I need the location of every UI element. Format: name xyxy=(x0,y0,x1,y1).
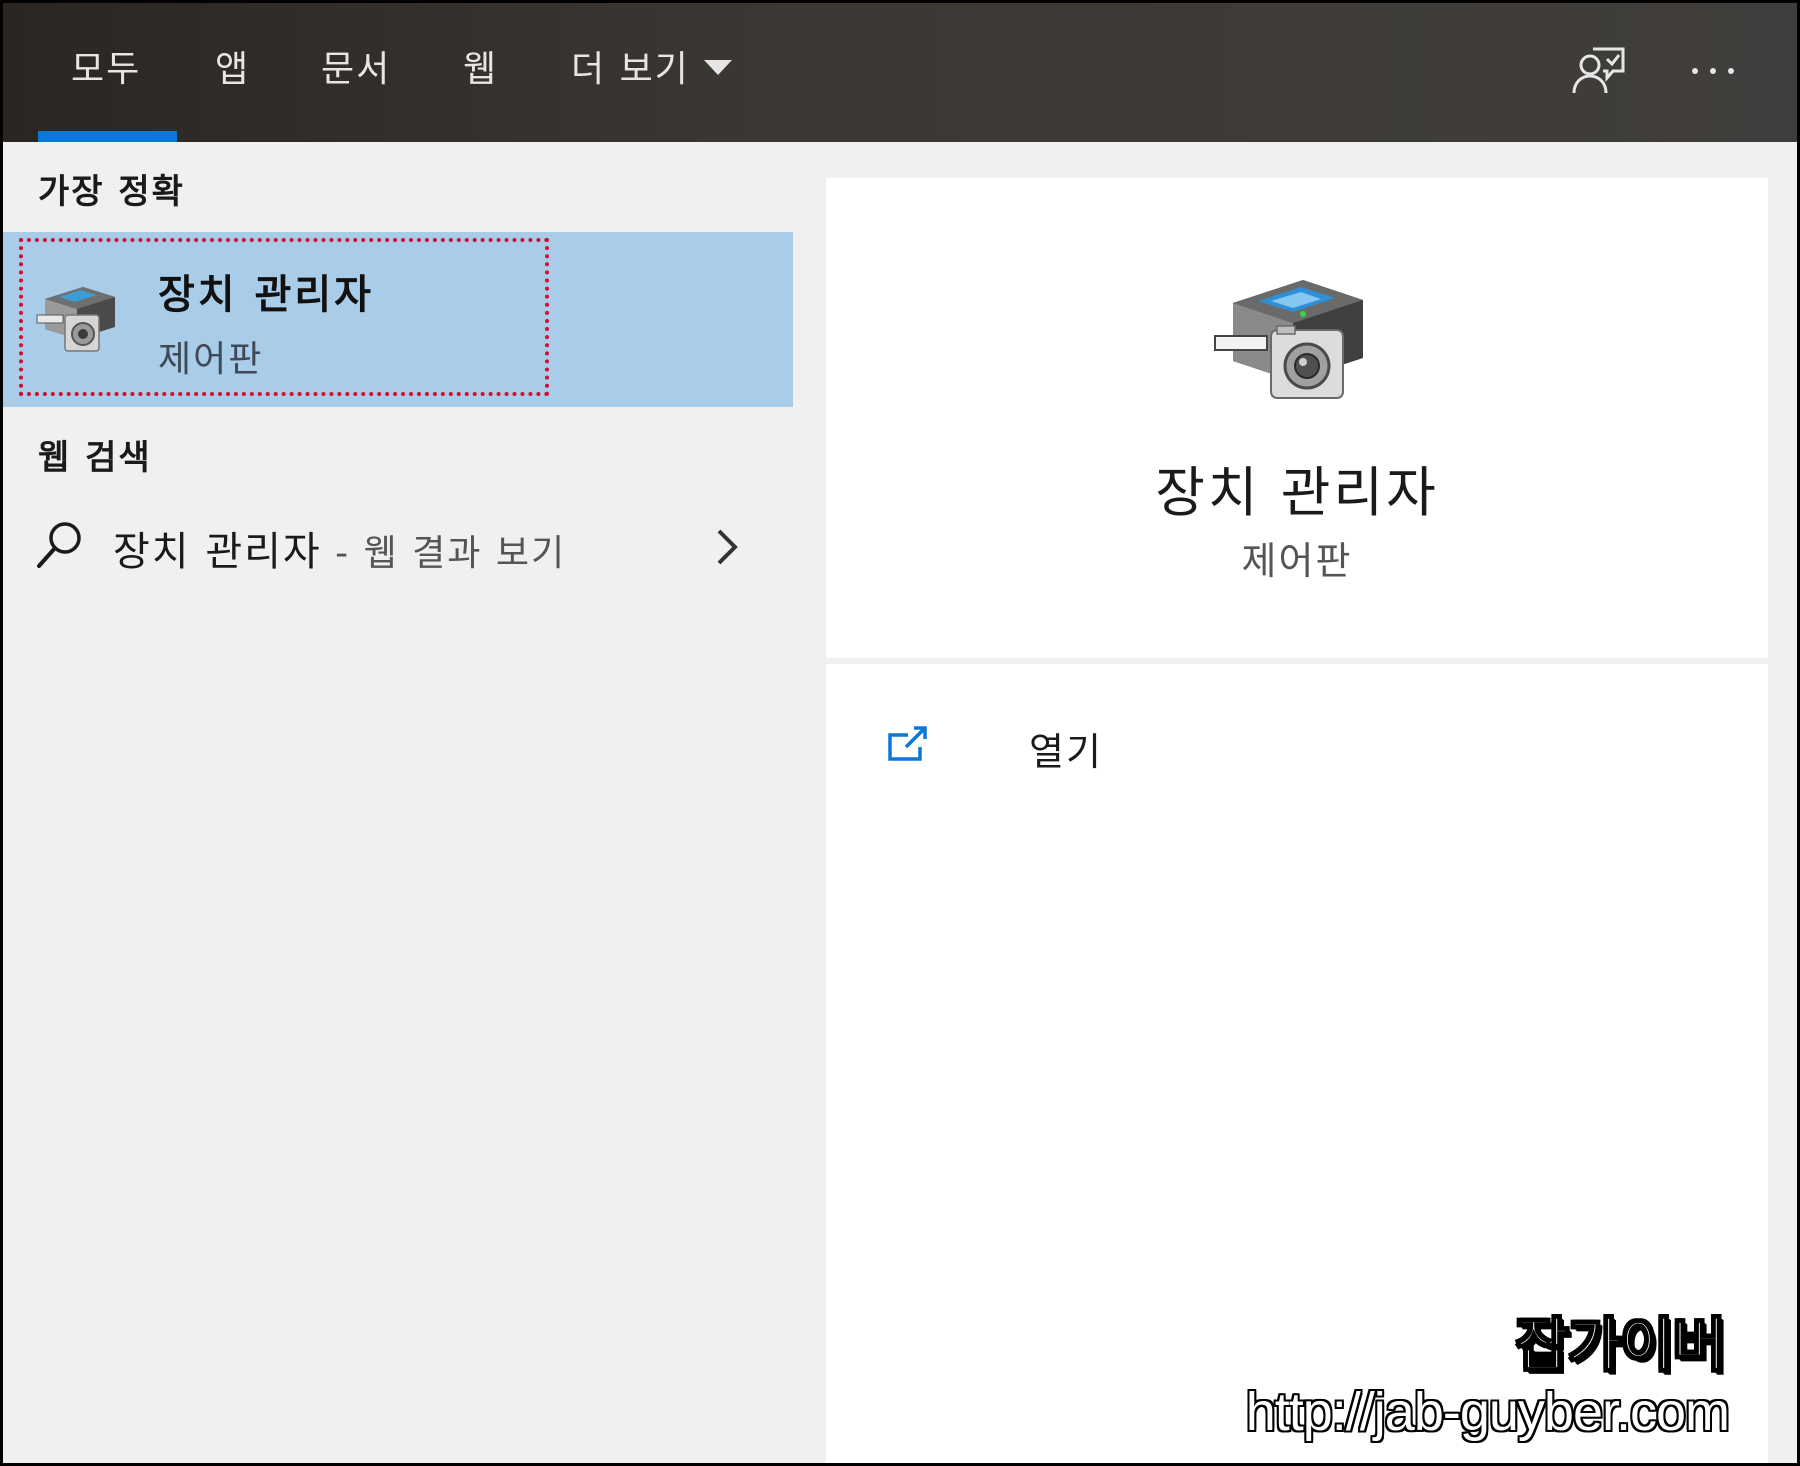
chevron-right-icon[interactable] xyxy=(715,527,739,567)
tab-documents[interactable]: 문서 xyxy=(321,45,391,95)
web-result-item[interactable]: 장치 관리자 - 웹 결과 보기 xyxy=(3,497,793,597)
results-list: 가장 정확 장치 관리자 제어판 웹 검색 장치 관리자 - 웹 결과 보기 xyxy=(3,142,793,1463)
web-result-query: 장치 관리자 xyxy=(113,529,322,575)
feedback-person-icon[interactable] xyxy=(1569,41,1629,101)
tab-more-label: 더 보기 xyxy=(571,49,690,90)
preview-header: 장치 관리자 제어판 xyxy=(826,178,1768,658)
ellipsis-icon[interactable] xyxy=(1683,41,1743,101)
best-match-heading: 가장 정확 xyxy=(38,172,185,212)
search-icon xyxy=(35,519,85,571)
preview-subtitle: 제어판 xyxy=(1241,539,1353,583)
watermark-url: http://jab-guyber.com xyxy=(1245,1382,1730,1442)
web-result-text: 장치 관리자 - 웹 결과 보기 xyxy=(113,519,566,577)
tab-all[interactable]: 모두 xyxy=(71,45,141,95)
open-action[interactable]: 열기 xyxy=(886,719,1286,779)
search-filter-bar: 모두 앱 문서 웹 더 보기 xyxy=(3,3,1797,142)
tab-apps[interactable]: 앱 xyxy=(215,45,250,95)
web-result-suffix: - 웹 결과 보기 xyxy=(321,533,567,574)
chevron-down-icon xyxy=(703,59,732,75)
web-search-heading: 웹 검색 xyxy=(38,438,152,478)
watermark-name: 잡가이버 xyxy=(1515,1312,1727,1379)
best-match-subtitle: 제어판 xyxy=(158,339,264,380)
best-match-item[interactable]: 장치 관리자 제어판 xyxy=(3,232,793,407)
active-tab-indicator xyxy=(38,131,177,142)
tab-more[interactable]: 더 보기 xyxy=(571,45,732,95)
device-manager-icon xyxy=(35,277,120,357)
best-match-title: 장치 관리자 xyxy=(158,272,374,318)
device-manager-large-icon xyxy=(1213,268,1378,403)
search-window: 모두 앱 문서 웹 더 보기 가장 정확 장치 관리자 제어판 웹 검색 장치 … xyxy=(0,0,1800,1466)
preview-title: 장치 관리자 xyxy=(1155,461,1439,524)
open-label: 열기 xyxy=(1029,730,1103,774)
open-icon xyxy=(886,725,930,765)
tab-web[interactable]: 웹 xyxy=(463,45,498,95)
